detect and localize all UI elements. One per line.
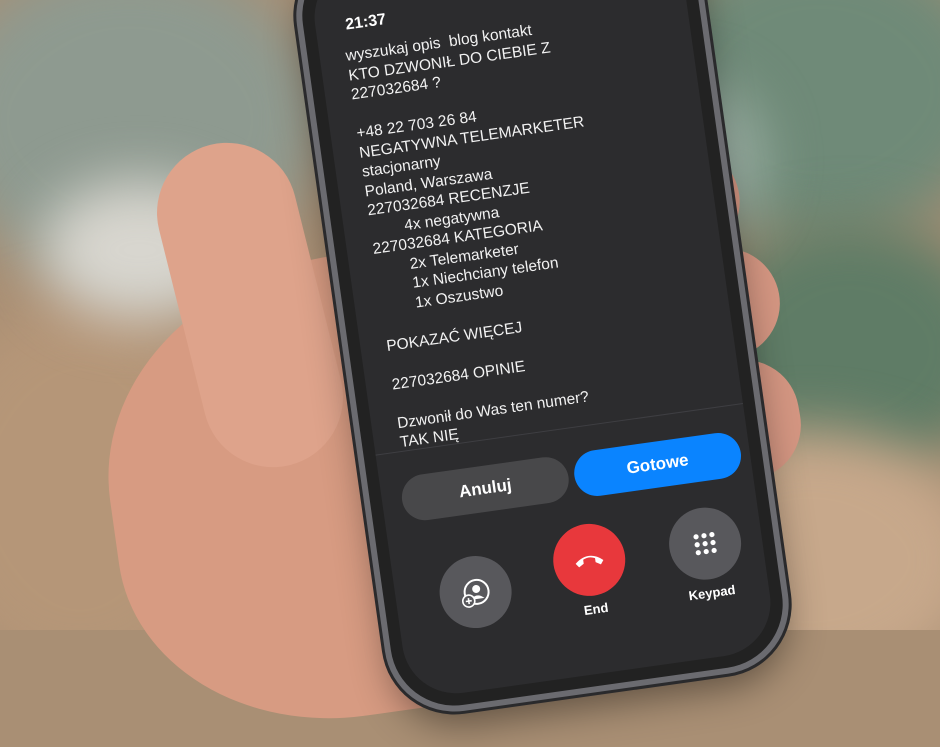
keypad-button[interactable]: Keypad [660,502,752,605]
add-contact-icon [434,551,517,633]
caller-info-text: wyszukaj opis blog kontakt KTO DZWONIŁ D… [344,2,718,453]
done-button[interactable]: Gotowe [571,430,745,499]
call-controls: End Keypad [389,500,772,661]
status-time: 21:37 [344,11,388,34]
status-bar: 21:37 [344,11,388,40]
add-contact-button[interactable] [431,551,521,639]
keypad-label: Keypad [687,581,737,604]
cancel-button[interactable]: Anuluj [398,454,572,524]
end-call-icon [548,519,630,601]
end-call-label: End [582,599,610,619]
end-call-button[interactable]: End [545,519,637,622]
keypad-icon [664,502,746,585]
